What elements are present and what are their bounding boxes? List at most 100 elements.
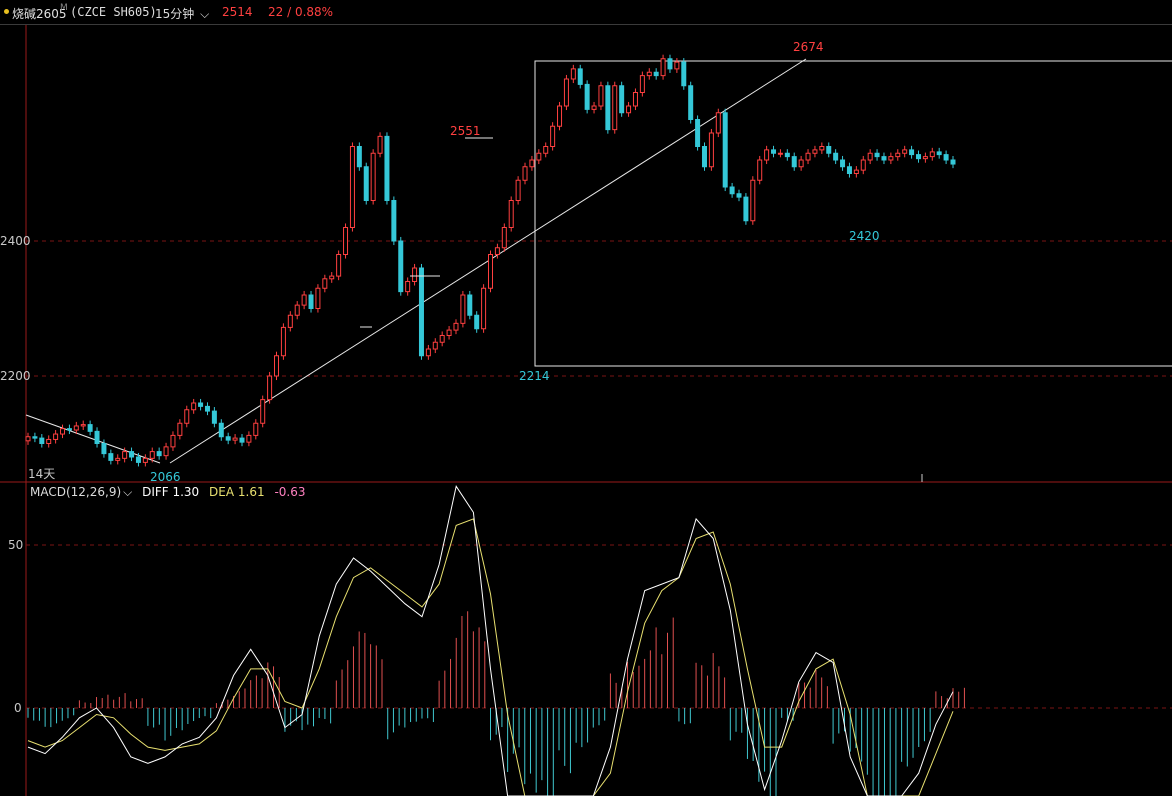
candle-body	[301, 294, 307, 306]
candle-body	[660, 58, 666, 77]
period-selector[interactable]: 15分钟 ⌵	[155, 5, 209, 22]
candle-body	[66, 428, 72, 431]
candle-body	[681, 61, 687, 87]
candle-body	[943, 154, 949, 161]
candle-body	[177, 422, 183, 436]
candle-body	[757, 159, 763, 181]
candle-body	[798, 159, 804, 168]
candle-body	[425, 348, 431, 357]
candle-body	[232, 437, 238, 441]
candle-body	[750, 179, 756, 222]
instrument-name[interactable]: 烧碱2605	[12, 5, 67, 22]
candle-body	[653, 71, 659, 77]
candle-body	[108, 453, 114, 461]
candle-body	[936, 151, 942, 156]
candle-body	[612, 85, 618, 131]
macd-histogram	[27, 611, 965, 796]
candle-body	[515, 179, 521, 201]
candle-body	[349, 146, 355, 228]
instrument-code: (CZCE SH605)	[70, 5, 157, 19]
macd-chart[interactable]: 50 0	[0, 483, 1172, 796]
candle-body	[895, 152, 901, 158]
candle-body	[722, 112, 728, 188]
candle-body	[840, 159, 846, 168]
candle-body	[833, 152, 839, 161]
candle-body	[529, 159, 535, 168]
candle-body	[605, 85, 611, 131]
candle-body	[736, 193, 742, 198]
candle-body	[922, 156, 928, 160]
candle-body	[929, 151, 935, 158]
candle-body	[812, 149, 818, 154]
macd-y-label-0: 0	[14, 701, 22, 715]
main-contract-marker: M	[60, 3, 68, 13]
candle-body	[695, 119, 701, 147]
candle-body	[198, 402, 204, 407]
candle-body	[191, 402, 197, 411]
candle-body	[363, 166, 369, 201]
annotation-low-2214: 2214	[519, 369, 550, 383]
candle-body	[743, 196, 749, 222]
candle-body	[384, 135, 390, 201]
candle-body	[218, 422, 224, 438]
candle-body	[115, 457, 121, 461]
last-price: 2514	[222, 5, 253, 19]
candle-body	[626, 105, 632, 114]
candle-body	[439, 335, 445, 343]
price-chart[interactable]: 2400 2200 14天 2674 2551 2420 2214 2066	[0, 25, 1172, 483]
candle-body	[508, 200, 514, 228]
candle-body	[563, 78, 569, 107]
candle-body	[418, 267, 424, 357]
candle-body	[267, 375, 273, 401]
candle-body	[460, 294, 466, 324]
candle-body	[701, 146, 707, 168]
candle-body	[950, 159, 956, 165]
y-label-2400: 2400	[0, 234, 31, 248]
candle-body	[474, 314, 480, 330]
annotation-low-2420: 2420	[849, 229, 880, 243]
candle-body	[129, 451, 135, 458]
candle-body	[771, 149, 777, 154]
macd-y-label-50: 50	[8, 538, 23, 552]
annotation-high-2551: 2551	[450, 124, 481, 138]
candle-body	[184, 409, 190, 424]
candle-body	[377, 135, 383, 154]
candle-body	[329, 275, 335, 280]
candle-body	[53, 433, 59, 440]
candle-body	[577, 68, 583, 85]
candle-body	[598, 85, 604, 107]
candle-body	[46, 438, 52, 445]
candle-body	[211, 410, 217, 424]
candle-body	[60, 428, 66, 435]
candle-body	[777, 152, 783, 155]
candle-body	[915, 154, 921, 160]
candle-body	[398, 240, 404, 293]
candle-body	[826, 146, 832, 154]
candle-body	[142, 457, 148, 463]
range-label: 14天	[28, 467, 55, 481]
candle-body	[204, 405, 210, 412]
trendline-descending[interactable]	[25, 414, 161, 464]
candle-body	[667, 58, 673, 70]
candle-body	[708, 132, 714, 168]
candle-body	[336, 254, 342, 277]
candle-body	[584, 83, 590, 110]
candle-body	[619, 85, 625, 114]
candle-body	[715, 112, 721, 134]
candle-body	[32, 436, 38, 439]
candle-body	[867, 152, 873, 161]
candle-body	[570, 68, 576, 80]
candle-body	[674, 61, 680, 70]
candle-body	[764, 149, 770, 161]
candle-body	[412, 267, 418, 282]
candle-body	[860, 159, 866, 171]
candle-body	[343, 227, 349, 255]
candle-body	[432, 341, 438, 350]
status-dot-icon	[4, 9, 9, 14]
candle-body	[135, 456, 141, 463]
candle-body	[467, 294, 473, 316]
candle-body	[446, 329, 452, 337]
candle-body	[784, 152, 790, 158]
candle-body	[39, 437, 45, 445]
candle-body	[308, 294, 314, 309]
